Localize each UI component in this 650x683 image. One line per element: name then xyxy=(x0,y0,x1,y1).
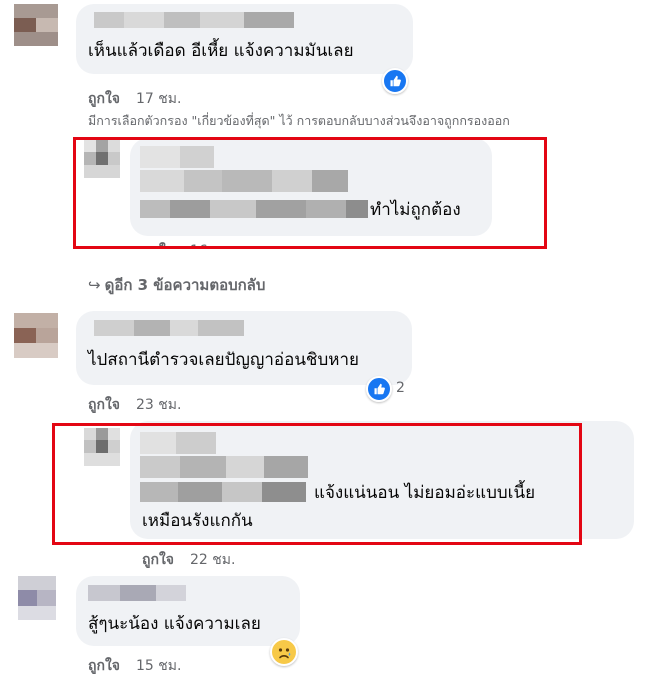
blurred-author-name[interactable] xyxy=(94,12,294,28)
timestamp[interactable]: 15 ชม. xyxy=(136,658,181,674)
avatar[interactable] xyxy=(18,576,56,620)
comment-meta: ถูกใจ 23 ชม. xyxy=(88,394,181,416)
blurred-author-name[interactable] xyxy=(94,320,244,336)
comment-bubble xyxy=(76,311,412,385)
timestamp[interactable]: 17 ชม. xyxy=(136,91,181,107)
like-link[interactable]: ถูกใจ xyxy=(88,91,120,107)
comment-text: ไปสถานีตำรวจเลยปัญญาอ่อนชิบหาย xyxy=(88,350,359,370)
reply-meta: ถูกใจ 22 ชม. xyxy=(142,549,235,571)
comment-meta: ถูกใจ 15 ชม. xyxy=(88,655,181,677)
avatar[interactable] xyxy=(14,313,58,358)
highlight-box xyxy=(73,137,547,249)
timestamp[interactable]: 22 ชม. xyxy=(190,552,235,568)
view-more-replies-link[interactable]: ↪ ดูอีก 3 ข้อความตอบกลับ xyxy=(88,273,265,297)
like-link[interactable]: ถูกใจ xyxy=(88,658,120,674)
comment-bubble xyxy=(76,4,413,74)
comment-text: เห็นแล้วเดือด อีเหี้ย แจ้งความมันเลย xyxy=(88,41,354,61)
like-link[interactable]: ถูกใจ xyxy=(142,552,174,568)
comment-meta: ถูกใจ 17 ชม. xyxy=(88,88,181,110)
reply-arrow-icon: ↪ xyxy=(88,276,101,294)
timestamp[interactable]: 23 ชม. xyxy=(136,397,181,413)
like-link[interactable]: ถูกใจ xyxy=(88,397,120,413)
highlight-box xyxy=(52,423,582,545)
filter-note: มีการเลือกตัวกรอง "เกี่ยวข้องที่สุด" ไว้… xyxy=(88,113,510,128)
like-icon[interactable] xyxy=(366,376,392,402)
avatar[interactable] xyxy=(14,4,58,46)
reaction-count[interactable]: 2 xyxy=(396,380,405,396)
comment-bubble xyxy=(76,576,300,646)
comment-text: สู้ๆนะน้อง แจ้งความเลย xyxy=(88,614,261,634)
like-icon[interactable] xyxy=(382,68,408,94)
blurred-author-name[interactable] xyxy=(88,585,186,601)
sad-icon[interactable] xyxy=(270,638,298,666)
